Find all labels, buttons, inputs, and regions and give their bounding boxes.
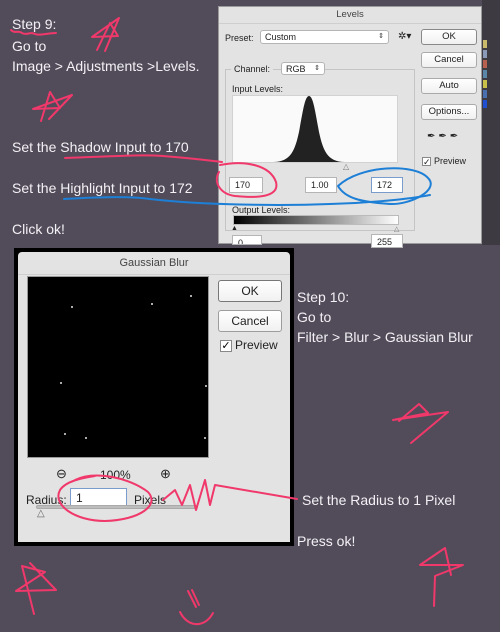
swatch [483,60,487,68]
cancel-button[interactable]: Cancel [421,52,477,68]
swatch [483,80,487,88]
channel-select[interactable]: RGB ⇕ [281,62,325,75]
step10-menu-path: Filter > Blur > Gaussian Blur [297,329,473,345]
output-high-field[interactable]: 255 [371,234,403,248]
step9-title: Step 9: [12,16,57,32]
select-arrows-icon: ⇕ [314,65,320,72]
gaussian-preview-label: Preview [235,338,278,352]
preview-label: Preview [434,156,467,166]
step10-goto: Go to [297,309,332,325]
options-button[interactable]: Options... [421,104,477,120]
preview-speck [85,437,87,439]
note-suffix: to 170 [145,139,189,155]
levels-dialog: Levels Preset: Custom ⇕ ✲▾ OK Cancel Auto… [218,6,482,248]
step9-menu-path: Image > Adjustments >Levels. [12,58,200,74]
preview-speck [71,306,73,308]
preset-value: Custom [265,32,297,42]
preset-select[interactable]: Custom ⇕ [260,30,389,44]
blur-preview[interactable] [27,276,209,458]
step9-goto: Go to [12,38,47,54]
star-doodle [91,17,120,52]
swatch [483,40,487,48]
star-doodle [419,547,464,607]
preview-speck [190,295,192,297]
auto-button[interactable]: Auto [421,78,477,94]
output-levels-label: Output Levels: [232,205,291,215]
step10-title: Step 10: [297,289,350,305]
radius-note: Set the Radius to 1 Pixel [302,492,456,508]
channel-label: Channel: [231,64,274,74]
shadow-input-note: Set the Shadow Input to 170 [12,137,189,157]
gaussian-title: Gaussian Blur [18,252,290,275]
histogram [232,95,398,163]
radius-slider[interactable] [36,505,198,509]
smile-doodle [179,611,214,626]
highlight-input-note: Set the Highlight Input to 172 [12,178,193,198]
levels-title: Levels [219,7,481,24]
ok-button[interactable]: OK [421,29,477,45]
star-doodle [15,562,57,615]
eyedropper-icons[interactable]: ✒✒✒ [427,131,461,142]
press-ok-note: Press ok! [297,533,356,549]
zoom-level: 100% [100,468,131,482]
highlight-input-field[interactable]: 172 [371,177,403,193]
note-prefix: Set the [12,180,61,196]
preview-checkbox[interactable]: ✓ [422,157,431,167]
zoom-out-icon[interactable]: ⊖ [56,466,67,482]
shadow-input-field[interactable]: 170 [229,177,263,193]
note-suffix: to 172 [149,180,193,196]
gear-icon[interactable]: ✲▾ [398,31,411,42]
star-doodle [392,403,449,444]
gaussian-dialog-body: Gaussian Blur OK Cancel ✓ Preview ⊖ 100%… [18,252,290,542]
select-arrows-icon: ⇕ [378,33,384,40]
preview-speck [64,433,66,435]
background-panel [482,0,500,245]
smile-doodle [187,589,200,608]
input-levels-label: Input Levels: [232,84,284,94]
zoom-in-icon[interactable]: ⊕ [160,466,171,482]
gaussian-ok-button[interactable]: OK [218,280,282,302]
histogram-graph [273,96,345,162]
click-ok-note: Click ok! [12,221,65,237]
output-white-handle[interactable]: △ [394,225,399,233]
preview-speck [151,303,153,305]
output-black-handle[interactable]: ▲ [231,225,238,232]
note-term: Shadow Input [60,139,146,155]
star-doodle [32,91,73,122]
preview-speck [60,382,62,384]
preview-speck [204,437,206,439]
radius-slider-handle[interactable]: △ [37,508,45,519]
output-low-field[interactable]: 0 [232,235,262,245]
swatch [483,100,487,108]
output-gradient-bar [233,215,399,225]
note-prefix: Set the [12,139,61,155]
preview-speck [205,385,207,387]
swatch [483,90,487,98]
gaussian-preview-checkbox[interactable]: ✓ [220,340,232,352]
gaussian-blur-dialog: Gaussian Blur OK Cancel ✓ Preview ⊖ 100%… [14,248,294,546]
gaussian-cancel-button[interactable]: Cancel [218,310,282,332]
midtone-slider-handle[interactable]: △ [343,162,349,171]
swatch [483,70,487,78]
preset-label: Preset: [225,33,254,43]
note-term: Highlight Input [60,180,150,196]
swatch [483,50,487,58]
midtone-input-field[interactable]: 1.00 [305,177,337,193]
channel-value: RGB [286,64,306,74]
